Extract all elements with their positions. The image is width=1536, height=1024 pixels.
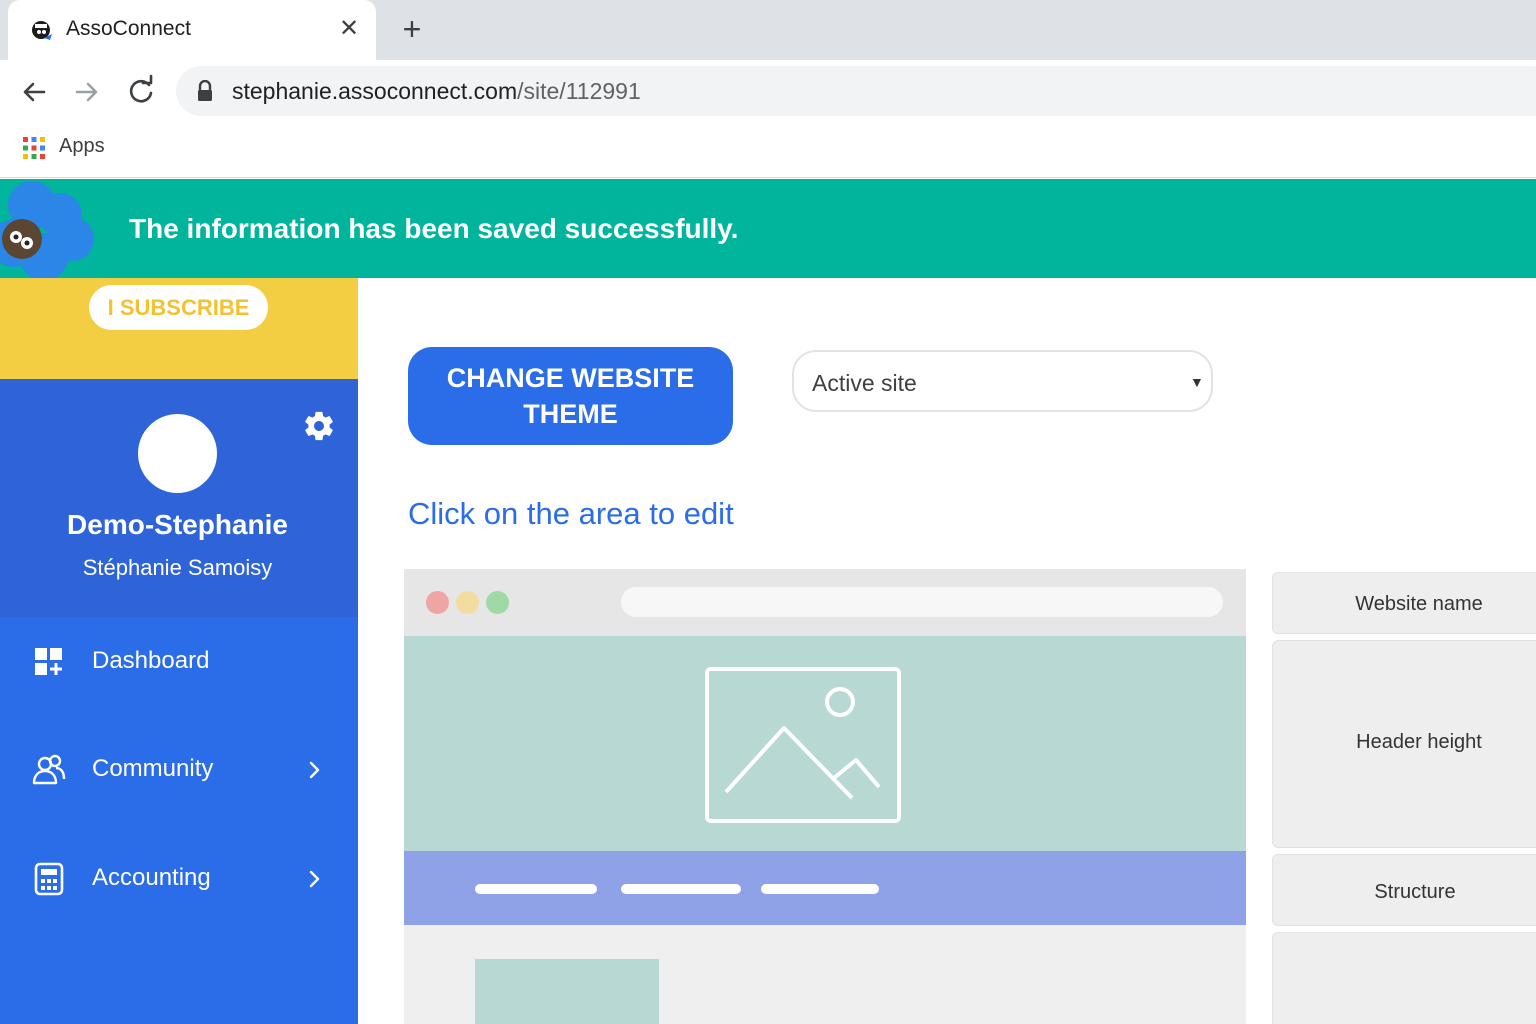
url-host: stephanie.assoconnect.com	[232, 78, 518, 104]
browser-tabstrip: AssoConnect ✕ +	[0, 0, 1536, 60]
subscribe-area: I SUBSCRIBE	[0, 278, 358, 379]
preview-header-area[interactable]	[404, 636, 1246, 851]
edit-hint: Click on the area to edit	[408, 496, 734, 531]
sidebar-item-community[interactable]: Community	[0, 735, 358, 805]
calculator-icon	[34, 862, 64, 896]
forward-arrow-icon[interactable]	[69, 74, 105, 110]
preview-nav-line	[761, 884, 879, 894]
chevron-right-icon	[309, 870, 320, 888]
preview-green-dot-icon	[486, 591, 509, 614]
panel-label-structure: Structure	[1374, 881, 1456, 903]
site-status-select[interactable]: Active site ▼	[792, 350, 1213, 412]
preview-browser-bar	[404, 569, 1246, 636]
organization-name: Demo-Stephanie	[67, 509, 288, 540]
new-tab-icon[interactable]: +	[396, 13, 428, 46]
gear-icon[interactable]	[302, 409, 336, 443]
header-height-card[interactable]: Header height	[1272, 640, 1536, 848]
close-tab-icon[interactable]: ✕	[336, 16, 362, 42]
preview-nav-line	[621, 884, 741, 894]
website-name-card[interactable]: Website name	[1272, 572, 1536, 634]
panel-card[interactable]	[1272, 932, 1536, 1024]
lock-icon	[198, 80, 212, 101]
browser-toolbar: stephanie.assoconnect.com/site/112991	[0, 60, 1536, 126]
apps-grid-icon[interactable]	[22, 136, 46, 160]
panel-label-website-name: Website name	[1355, 593, 1483, 615]
sidebar: I SUBSCRIBE Demo-Stephanie Stéphanie Sam…	[0, 278, 358, 1024]
success-notification: The information has been saved successfu…	[0, 179, 1536, 281]
dashboard-icon	[35, 648, 62, 675]
profile-section: Demo-Stephanie Stéphanie Samoisy	[0, 379, 358, 617]
site-select-value: Active site	[812, 370, 917, 396]
sidebar-item-label: Accounting	[92, 864, 211, 891]
image-placeholder-icon	[705, 667, 901, 823]
address-bar[interactable]: stephanie.assoconnect.com/site/112991	[176, 66, 1536, 116]
mascot-logo-icon	[0, 181, 94, 281]
preview-content-block[interactable]	[475, 959, 659, 1024]
dropdown-arrow-icon: ▼	[1190, 374, 1204, 390]
preview-navigation-area[interactable]	[404, 851, 1246, 925]
panel-label-header-height: Header height	[1356, 731, 1482, 753]
bookmarks-bar: Apps	[0, 126, 1536, 178]
change-website-theme-button[interactable]: CHANGE WEBSITE THEME	[408, 347, 733, 445]
url-text: stephanie.assoconnect.com/site/112991	[232, 78, 641, 105]
apps-bookmark-label[interactable]: Apps	[59, 135, 105, 158]
reload-icon[interactable]	[123, 74, 159, 110]
structure-card[interactable]: Structure	[1272, 854, 1536, 926]
back-arrow-icon[interactable]	[16, 74, 52, 110]
preview-nav-line	[475, 884, 597, 894]
avatar[interactable]	[138, 414, 217, 493]
preview-url-bar	[621, 587, 1223, 617]
browser-tab[interactable]: AssoConnect ✕	[8, 0, 376, 60]
assoconnect-favicon-icon	[32, 21, 52, 40]
tab-title: AssoConnect	[66, 17, 191, 40]
sidebar-item-accounting[interactable]: Accounting	[0, 844, 358, 914]
community-icon	[32, 754, 66, 785]
sidebar-item-label: Community	[92, 755, 214, 782]
website-preview	[404, 569, 1246, 1024]
preview-red-dot-icon	[426, 591, 449, 614]
chevron-right-icon	[309, 761, 320, 779]
notification-message: The information has been saved successfu…	[129, 213, 739, 244]
subscribe-button[interactable]: I SUBSCRIBE	[89, 285, 268, 330]
sidebar-item-label: Dashboard	[92, 647, 210, 674]
user-name: Stéphanie Samoisy	[82, 555, 273, 580]
sidebar-item-dashboard[interactable]: Dashboard	[0, 627, 358, 697]
url-path: /site/112991	[517, 78, 641, 104]
preview-yellow-dot-icon	[456, 591, 479, 614]
